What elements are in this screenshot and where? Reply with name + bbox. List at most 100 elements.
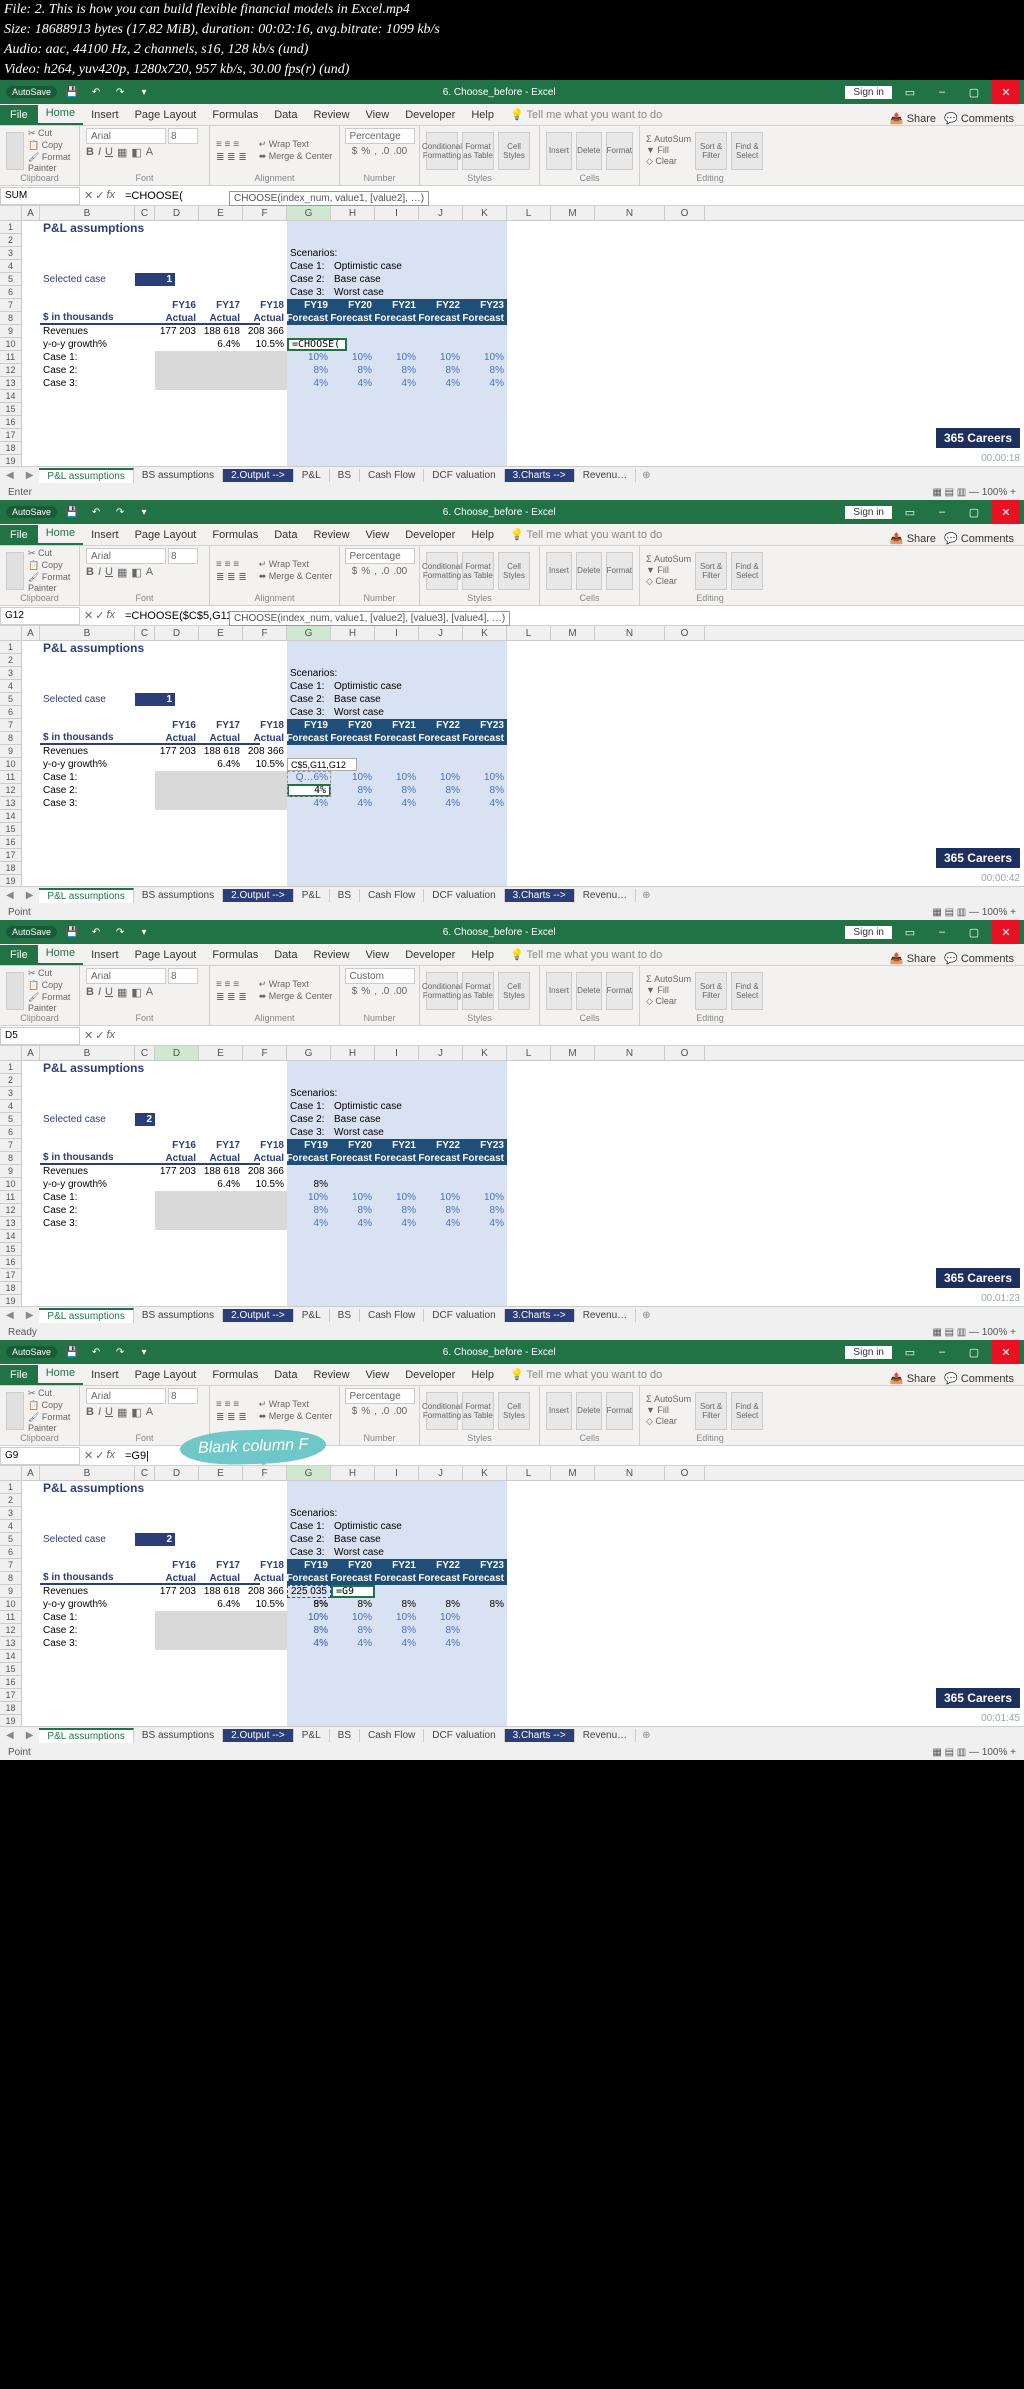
tell-me[interactable]: 💡 Tell me what you want to do [502, 1364, 670, 1385]
close-icon[interactable]: ✕ [992, 1340, 1020, 1364]
col-b[interactable]: B [40, 206, 135, 220]
cell-B1[interactable]: P&L assumptions [40, 1481, 240, 1494]
cell-B13[interactable]: Case 3: [40, 377, 135, 390]
sheet-nav-next[interactable]: ▶ [20, 1730, 40, 1741]
col-l[interactable]: L [507, 1046, 551, 1060]
cell-J13[interactable]: 4% [419, 797, 463, 810]
cell-I13[interactable]: 4% [375, 1217, 419, 1230]
bold-button[interactable]: B [86, 146, 94, 159]
cell-I13[interactable]: 4% [375, 797, 419, 810]
autosave-toggle[interactable]: AutoSave [6, 86, 57, 98]
find-select-button[interactable]: Find & Select [731, 972, 763, 1010]
col-b[interactable]: B [40, 1466, 135, 1480]
clear-button[interactable]: ◇ Clear [646, 156, 691, 167]
col-d[interactable]: D [155, 1046, 199, 1060]
cell-H7[interactable]: FY20 [331, 719, 375, 732]
col-i[interactable]: I [375, 626, 419, 640]
cell-I11[interactable]: 10% [375, 351, 419, 364]
cell-E10[interactable]: 6.4% [199, 338, 243, 351]
cell-I12[interactable]: 8% [375, 364, 419, 377]
cell-B13[interactable]: Case 3: [40, 797, 135, 810]
autosum-button[interactable]: Σ AutoSum [646, 974, 691, 984]
col-o[interactable]: O [665, 626, 705, 640]
cell-K11[interactable]: 10% [463, 1191, 507, 1204]
underline-button[interactable]: U [105, 146, 113, 159]
signin-button[interactable]: Sign in [845, 506, 892, 519]
col-m[interactable]: M [551, 1466, 595, 1480]
cell-D7[interactable]: FY16 [155, 719, 199, 732]
cell-J13[interactable]: 4% [419, 377, 463, 390]
format-as-table-button[interactable]: Format as Table [462, 132, 494, 170]
sheet-tab[interactable]: DCF valuation [424, 1309, 504, 1322]
cell-E9[interactable]: 188 618 [199, 745, 243, 758]
col-i[interactable]: I [375, 1466, 419, 1480]
cell-K11[interactable] [463, 1611, 507, 1624]
cell-G13[interactable]: 4% [287, 797, 331, 810]
border-button[interactable]: ▦ [117, 986, 127, 999]
tab-file[interactable]: File [0, 525, 38, 545]
comments-button[interactable]: 💬 Comments [944, 952, 1014, 965]
cell-K13[interactable] [463, 1637, 507, 1650]
enter-formula-icon[interactable]: ✓ [95, 1029, 104, 1042]
ribbon-options-icon[interactable]: ▭ [896, 1340, 924, 1364]
tab-developer[interactable]: Developer [397, 105, 463, 125]
cell-E9[interactable]: 188 618 [199, 1165, 243, 1178]
select-all-corner[interactable] [0, 1046, 22, 1060]
cell-H8[interactable]: Forecast [331, 732, 375, 745]
italic-button[interactable]: I [98, 566, 101, 579]
cell-B11[interactable]: Case 1: [40, 1611, 135, 1624]
cell-J7[interactable]: FY22 [419, 1139, 463, 1152]
undo-icon[interactable]: ↶ [87, 923, 105, 941]
cell-G11[interactable]: Q…6% [287, 771, 331, 784]
format-painter-button[interactable]: 🖌 Format Painter [28, 572, 73, 593]
save-icon[interactable]: 💾 [63, 1343, 81, 1361]
cell-H12[interactable]: 8% [331, 784, 375, 797]
cancel-formula-icon[interactable]: ✕ [84, 189, 93, 202]
col-j[interactable]: J [419, 206, 463, 220]
format-cells-button[interactable]: Format [606, 552, 633, 590]
font-name-combo[interactable]: Arial [86, 548, 166, 564]
wrap-text-button[interactable]: ↵ Wrap Text [259, 559, 333, 570]
tab-insert[interactable]: Insert [83, 945, 127, 965]
clear-button[interactable]: ◇ Clear [646, 996, 691, 1007]
col-d[interactable]: D [155, 626, 199, 640]
delete-cells-button[interactable]: Delete [576, 132, 602, 170]
sheet-tab[interactable]: 2.Output --> [223, 1309, 294, 1322]
maximize-icon[interactable]: ▢ [960, 1340, 988, 1364]
cell-H12[interactable]: 8% [331, 1204, 375, 1217]
cell-E7[interactable]: FY17 [199, 299, 243, 312]
cell-J13[interactable]: 4% [419, 1217, 463, 1230]
decrease-decimal-button[interactable]: .00 [393, 986, 407, 997]
col-c[interactable]: C [135, 1466, 155, 1480]
cell-G3[interactable]: Scenarios: [287, 247, 367, 260]
sheet-tab[interactable]: P&L assumptions [39, 1308, 133, 1323]
sheet-tab[interactable]: Cash Flow [360, 469, 424, 482]
cell-H6[interactable]: Worst case [331, 706, 431, 719]
sheet-tab[interactable]: BS assumptions [134, 469, 223, 482]
sheet-nav-next[interactable]: ▶ [20, 470, 40, 481]
tab-home[interactable]: Home [38, 103, 83, 125]
save-icon[interactable]: 💾 [63, 503, 81, 521]
cell-D9[interactable]: 177 203 [155, 1585, 199, 1598]
conditional-formatting-button[interactable]: Conditional Formatting [426, 552, 458, 590]
tab-data[interactable]: Data [266, 105, 305, 125]
underline-button[interactable]: U [105, 566, 113, 579]
cell-J8[interactable]: Forecast [419, 1572, 463, 1585]
cell-J8[interactable]: Forecast [419, 732, 463, 745]
col-h[interactable]: H [331, 1466, 375, 1480]
row-headers[interactable]: 1234567891011121314151617181920212223242… [0, 221, 22, 466]
col-n[interactable]: N [595, 1466, 665, 1480]
fill-button[interactable]: ▼ Fill [646, 145, 691, 155]
cell-H7[interactable]: FY20 [331, 1139, 375, 1152]
border-button[interactable]: ▦ [117, 146, 127, 159]
cell-E10[interactable]: 6.4% [199, 758, 243, 771]
sheet-tab[interactable]: 2.Output --> [223, 1729, 294, 1742]
close-icon[interactable]: ✕ [992, 80, 1020, 104]
sheet-add-icon[interactable]: ⊕ [636, 1730, 656, 1741]
font-size-combo[interactable]: 8 [168, 128, 198, 144]
fill-color-button[interactable]: ◧ [131, 566, 141, 579]
maximize-icon[interactable]: ▢ [960, 920, 988, 944]
sheet-nav-prev[interactable]: ◀ [0, 470, 20, 481]
select-all-corner[interactable] [0, 1466, 22, 1480]
cell-H4[interactable]: Optimistic case [331, 1520, 431, 1533]
